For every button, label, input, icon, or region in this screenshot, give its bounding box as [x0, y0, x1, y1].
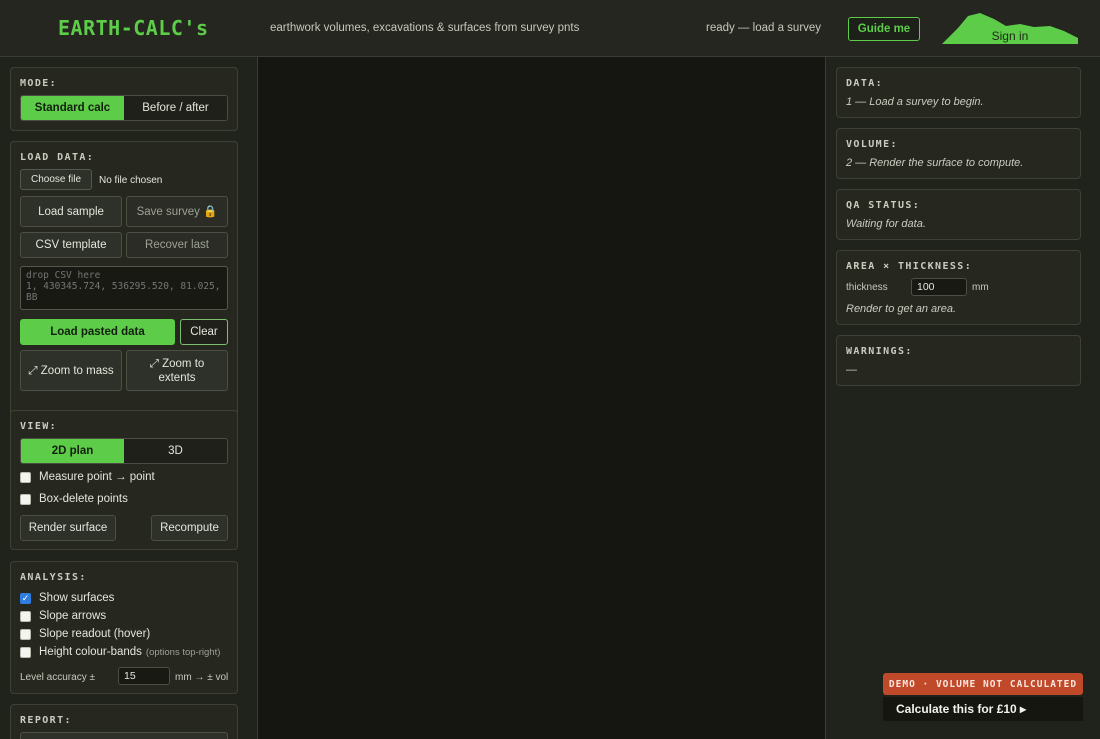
load-pasted-data-button[interactable]: Load pasted data	[20, 319, 175, 345]
top-bar: EARTH-CALC's earthwork volumes, excavati…	[0, 0, 1100, 57]
clear-button[interactable]: Clear	[180, 319, 228, 345]
calculate-cta-button[interactable]: Calculate this for £10 ▸	[883, 697, 1083, 721]
qa-status-panel: QA STATUS: Waiting for data.	[836, 189, 1081, 240]
view-panel: VIEW: 2D plan 3D Measure point → point B…	[10, 410, 238, 550]
mode-toggle: Standard calc Before / after	[20, 95, 228, 121]
right-sidebar: DATA: 1 — Load a survey to begin. VOLUME…	[825, 57, 1100, 739]
analysis-panel: ANALYSIS: ✓ Show surfaces Slope arrows S…	[10, 561, 238, 694]
slope-arrows-label: Slope arrows	[39, 610, 107, 622]
data-text: 1 — Load a survey to begin.	[846, 96, 984, 108]
qa-status-title: QA STATUS:	[846, 200, 921, 211]
level-accuracy-input[interactable]: 15	[118, 667, 170, 685]
data-panel: DATA: 1 — Load a survey to begin.	[836, 67, 1081, 118]
level-accuracy-unit: mm → ± vol	[175, 672, 229, 683]
mode-before-after[interactable]: Before / after	[124, 96, 227, 120]
view-toggle: 2D plan 3D	[20, 438, 228, 464]
app-tagline: earthwork volumes, excavations & surface…	[270, 22, 580, 34]
status-text: ready — load a survey	[706, 22, 822, 34]
app-logo: EARTH-CALC's	[58, 16, 209, 40]
csv-template-button[interactable]: CSV template	[20, 232, 122, 258]
demo-badge: DEMO · VOLUME NOT CALCULATED	[883, 673, 1083, 695]
view-3d[interactable]: 3D	[124, 439, 227, 463]
measure-checkbox-row[interactable]: Measure point → point	[20, 471, 155, 483]
paste-csv-input[interactable]	[20, 266, 228, 310]
analysis-title: ANALYSIS:	[20, 572, 87, 583]
height-bands-row[interactable]: Height colour-bands (options top-right)	[20, 646, 220, 658]
mode-panel: MODE: Standard calc Before / after	[10, 67, 238, 131]
box-delete-label: Box-delete points	[39, 493, 128, 505]
box-delete-checkbox[interactable]	[20, 493, 31, 505]
measure-checkbox[interactable]	[20, 471, 31, 483]
recompute-button[interactable]: Recompute	[151, 515, 228, 541]
area-thickness-panel: AREA × THICKNESS: thickness 100 mm Rende…	[836, 250, 1081, 325]
warnings-panel: WARNINGS: —	[836, 335, 1081, 386]
measure-label: Measure point → point	[39, 471, 155, 483]
box-delete-checkbox-row[interactable]: Box-delete points	[20, 493, 128, 505]
warnings-text: —	[846, 364, 857, 376]
render-surface-button[interactable]: Render surface	[20, 515, 116, 541]
mode-standard-calc[interactable]: Standard calc	[21, 96, 124, 120]
report-panel: REPORT:	[10, 704, 238, 739]
save-survey-button[interactable]: Save survey 🔒	[126, 196, 228, 227]
level-accuracy-label: Level accuracy ±	[20, 672, 95, 683]
qa-status-text: Waiting for data.	[846, 218, 926, 230]
volume-panel: VOLUME: 2 — Render the surface to comput…	[836, 128, 1081, 179]
left-sidebar: MODE: Standard calc Before / after LOAD …	[0, 57, 258, 739]
sign-in-button[interactable]: Sign in	[942, 12, 1078, 44]
slope-readout-checkbox[interactable]	[20, 628, 31, 640]
height-bands-hint: (options top-right)	[145, 646, 221, 658]
show-surfaces-label: Show surfaces	[39, 592, 115, 604]
slope-readout-row[interactable]: Slope readout (hover)	[20, 628, 150, 640]
height-bands-checkbox[interactable]	[20, 646, 31, 658]
area-thickness-title: AREA × THICKNESS:	[846, 261, 973, 272]
zoom-to-extents-button[interactable]: ⤢ Zoom to extents	[126, 350, 228, 391]
area-text: Render to get an area.	[846, 303, 957, 315]
slope-arrows-checkbox[interactable]	[20, 610, 31, 622]
file-status: No file chosen	[99, 175, 163, 186]
sign-in-label: Sign in	[991, 29, 1029, 43]
volume-text: 2 — Render the surface to compute.	[846, 157, 1024, 169]
recover-last-button[interactable]: Recover last	[126, 232, 228, 258]
choose-file-button[interactable]: Choose file	[20, 169, 92, 190]
slope-readout-label: Slope readout (hover)	[39, 628, 151, 640]
report-button[interactable]	[20, 732, 228, 739]
thickness-input[interactable]: 100	[911, 278, 967, 296]
data-title: DATA:	[846, 78, 884, 89]
show-surfaces-checkbox[interactable]: ✓	[20, 592, 31, 604]
view-title: VIEW:	[20, 421, 58, 432]
height-bands-label: Height colour-bands	[39, 646, 142, 658]
warnings-title: WARNINGS:	[846, 346, 913, 357]
load-sample-button[interactable]: Load sample	[20, 196, 122, 227]
guide-me-button[interactable]: Guide me	[848, 17, 920, 41]
zoom-to-mass-button[interactable]: ⤢ Zoom to mass	[20, 350, 122, 391]
survey-canvas[interactable]	[258, 57, 825, 739]
show-surfaces-row[interactable]: ✓ Show surfaces	[20, 592, 114, 604]
load-data-title: LOAD DATA:	[20, 152, 95, 163]
mode-title: MODE:	[20, 78, 58, 89]
report-title: REPORT:	[20, 715, 72, 726]
slope-arrows-row[interactable]: Slope arrows	[20, 610, 106, 622]
view-2d-plan[interactable]: 2D plan	[21, 439, 124, 463]
thickness-label: thickness	[846, 282, 888, 293]
thickness-unit: mm	[972, 282, 989, 293]
volume-title: VOLUME:	[846, 139, 898, 150]
